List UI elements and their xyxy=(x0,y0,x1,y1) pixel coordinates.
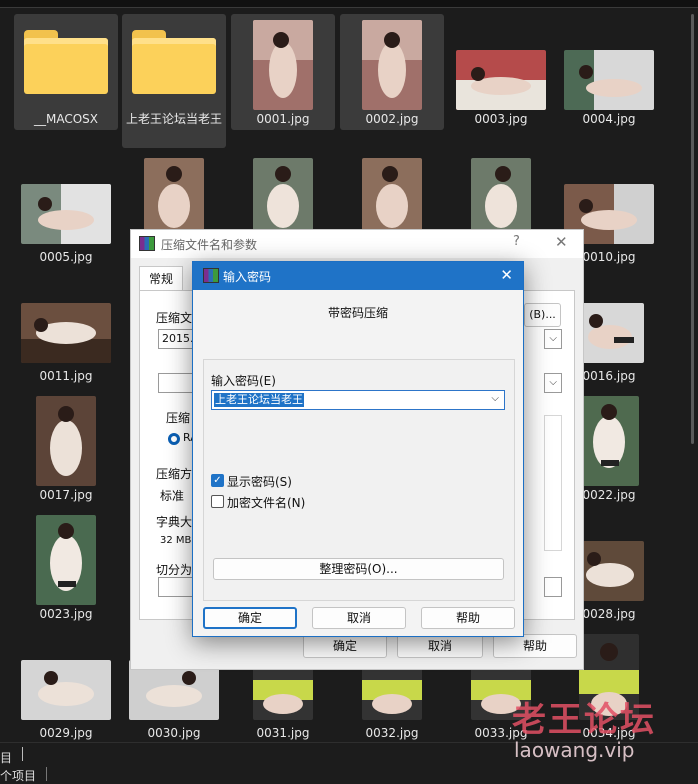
image-thumbnail xyxy=(253,158,313,234)
watermark: 老王论坛 laowang.vip xyxy=(508,692,694,772)
image-thumbnail xyxy=(362,20,422,110)
image-thumbnail xyxy=(36,515,96,605)
file-name: 0031.jpg xyxy=(256,726,310,740)
help-icon[interactable]: ? xyxy=(513,234,520,249)
image-thumbnail xyxy=(21,303,111,363)
file-name: 0004.jpg xyxy=(582,112,636,126)
file-item[interactable]: 0002.jpg xyxy=(340,14,444,130)
file-item[interactable]: 0029.jpg xyxy=(14,628,118,744)
image-thumbnail xyxy=(253,20,313,110)
image-thumbnail xyxy=(579,396,639,486)
image-thumbnail xyxy=(574,541,644,601)
folder-icon xyxy=(132,30,216,94)
image-thumbnail xyxy=(21,184,111,244)
watermark-text-en: laowang.vip xyxy=(514,738,635,762)
show-password-label: 显示密码(S) xyxy=(227,475,292,489)
tab-general[interactable]: 常规 xyxy=(139,266,183,292)
file-name: 0017.jpg xyxy=(39,488,93,502)
file-name: 0023.jpg xyxy=(39,607,93,621)
folder-item-laowang[interactable]: 上老王论坛当老王 xyxy=(122,14,226,148)
file-name: 0029.jpg xyxy=(39,726,93,740)
show-password-checkbox[interactable]: ✓ xyxy=(211,474,224,487)
image-thumbnail xyxy=(21,660,111,720)
help-button[interactable]: 帮助 xyxy=(421,607,515,629)
status-divider xyxy=(46,767,47,781)
file-name: 0005.jpg xyxy=(39,250,93,264)
method-value[interactable]: 标准 xyxy=(160,487,184,504)
image-thumbnail xyxy=(564,50,654,110)
organize-passwords-button[interactable]: 整理密码(O)... xyxy=(213,558,504,580)
file-name: 0032.jpg xyxy=(365,726,419,740)
password-dialog: 输入密码 ✕ 带密码压缩 输入密码(E) 上老王论坛当老王 ⌵ ✓ 显示密码(S… xyxy=(192,261,524,637)
encrypt-filenames-label: 加密文件名(N) xyxy=(227,496,306,510)
status-second-line: 个项目 xyxy=(0,769,37,783)
status-item-count: 目 xyxy=(0,751,13,765)
image-thumbnail xyxy=(456,50,546,110)
image-thumbnail xyxy=(471,158,531,234)
update-mode-dropdown[interactable]: ⌵ xyxy=(544,373,562,393)
file-name: 上老王论坛当老王 xyxy=(125,112,222,126)
split-label: 切分为 xyxy=(156,563,193,577)
file-item[interactable]: 0004.jpg xyxy=(557,14,661,130)
file-item[interactable]: 0003.jpg xyxy=(449,14,553,130)
file-name: 0030.jpg xyxy=(147,726,201,740)
encrypt-filenames-checkbox[interactable] xyxy=(211,495,224,508)
password-input-label: 输入密码(E) xyxy=(211,374,276,388)
archive-name-label: 压缩文 xyxy=(156,311,193,325)
password-input-value: 上老王论坛当老王 xyxy=(214,393,304,407)
dialog-title-bar: 压缩文件名和参数 ? ✕ xyxy=(131,230,583,258)
split-unit-field[interactable] xyxy=(544,577,562,597)
image-thumbnail xyxy=(362,158,422,234)
explorer-top-border xyxy=(0,0,698,8)
file-item[interactable]: 0001.jpg xyxy=(231,14,335,130)
file-item[interactable]: 0023.jpg xyxy=(14,509,118,625)
options-group xyxy=(544,415,562,551)
file-item[interactable]: 0005.jpg xyxy=(14,152,118,268)
format-label: 压缩 xyxy=(166,411,191,425)
help-button[interactable]: 帮助 xyxy=(493,634,577,658)
chevron-down-icon: ⌵ xyxy=(549,377,557,388)
dialog-title-bar: 输入密码 ✕ xyxy=(193,262,523,290)
method-label: 压缩方 xyxy=(156,467,193,481)
chevron-down-icon[interactable]: ⌵ xyxy=(491,393,499,404)
close-icon[interactable]: ✕ xyxy=(555,233,568,251)
ok-button[interactable]: 确定 xyxy=(203,607,297,629)
browse-button[interactable]: (B)... xyxy=(524,303,561,327)
dialog-heading: 带密码压缩 xyxy=(327,306,388,320)
file-name: __MACOSX xyxy=(33,112,98,126)
archive-name-dropdown[interactable]: ⌵ xyxy=(544,329,562,349)
folder-icon xyxy=(24,30,108,94)
image-thumbnail xyxy=(144,158,204,234)
rar-radio[interactable] xyxy=(168,433,180,445)
file-name: 0003.jpg xyxy=(474,112,528,126)
close-icon[interactable]: ✕ xyxy=(500,266,513,284)
ok-button[interactable]: 确定 xyxy=(303,634,387,658)
file-name: 0001.jpg xyxy=(256,112,310,126)
winrar-icon xyxy=(139,236,155,251)
cancel-button[interactable]: 取消 xyxy=(397,634,483,658)
file-name: 0002.jpg xyxy=(365,112,419,126)
watermark-text-cn: 老王论坛 xyxy=(512,700,656,740)
file-name: 0011.jpg xyxy=(39,369,93,383)
folder-item-macosx[interactable]: __MACOSX xyxy=(14,14,118,130)
cancel-button[interactable]: 取消 xyxy=(312,607,406,629)
winrar-icon xyxy=(203,268,219,283)
vertical-scrollbar[interactable] xyxy=(691,14,694,444)
dialog-title: 压缩文件名和参数 xyxy=(161,238,258,252)
file-item[interactable]: 0011.jpg xyxy=(14,271,118,387)
dictionary-value[interactable]: 32 MB xyxy=(160,535,191,546)
image-thumbnail xyxy=(36,396,96,486)
chevron-down-icon: ⌵ xyxy=(549,333,557,344)
dialog-title: 输入密码 xyxy=(223,270,272,284)
image-thumbnail xyxy=(574,303,644,363)
status-divider xyxy=(22,747,23,761)
password-input[interactable]: 上老王论坛当老王 ⌵ xyxy=(211,390,505,410)
dictionary-label: 字典大 xyxy=(156,515,193,529)
file-item[interactable]: 0017.jpg xyxy=(14,390,118,506)
